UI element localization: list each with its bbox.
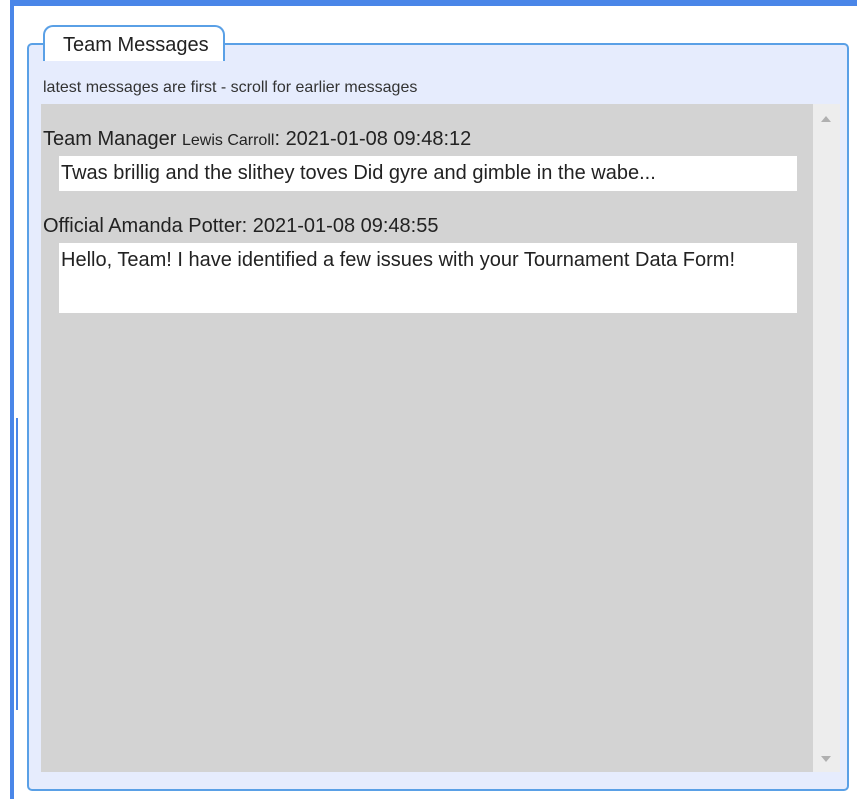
message-text: Hello, Team! I have identified a few iss… bbox=[59, 243, 797, 313]
messages-list[interactable] bbox=[41, 104, 840, 772]
message-text: Twas brillig and the slithey toves Did g… bbox=[59, 156, 797, 191]
message-sender-role: Team Manager bbox=[43, 128, 177, 150]
message-sender-name: Lewis Carroll bbox=[181, 132, 275, 149]
message-separator: : bbox=[274, 128, 286, 150]
message-separator: : bbox=[241, 215, 253, 237]
message-timestamp: 2021-01-08 09:48:55 bbox=[252, 215, 439, 237]
scroll-down-arrow-icon[interactable] bbox=[821, 756, 831, 762]
message-sender-role: Official bbox=[43, 215, 104, 237]
message-header: Official Amanda Potter: 2021-01-08 09:48… bbox=[43, 215, 438, 238]
scroll-up-arrow-icon[interactable] bbox=[821, 116, 831, 122]
message-header: Team Manager Lewis Carroll: 2021-01-08 0… bbox=[43, 128, 471, 151]
top-accent-bar bbox=[10, 0, 857, 6]
team-messages-window: Team Messages latest messages are first … bbox=[0, 0, 857, 799]
left-divider bbox=[16, 418, 18, 710]
message-timestamp: 2021-01-08 09:48:12 bbox=[285, 128, 472, 150]
messages-hint: latest messages are first - scroll for e… bbox=[43, 79, 418, 96]
left-accent-bar bbox=[10, 0, 14, 799]
message-sender-name: Amanda Potter bbox=[108, 215, 242, 237]
messages-scrollbar[interactable] bbox=[813, 104, 840, 772]
panel-title: Team Messages bbox=[43, 25, 225, 61]
